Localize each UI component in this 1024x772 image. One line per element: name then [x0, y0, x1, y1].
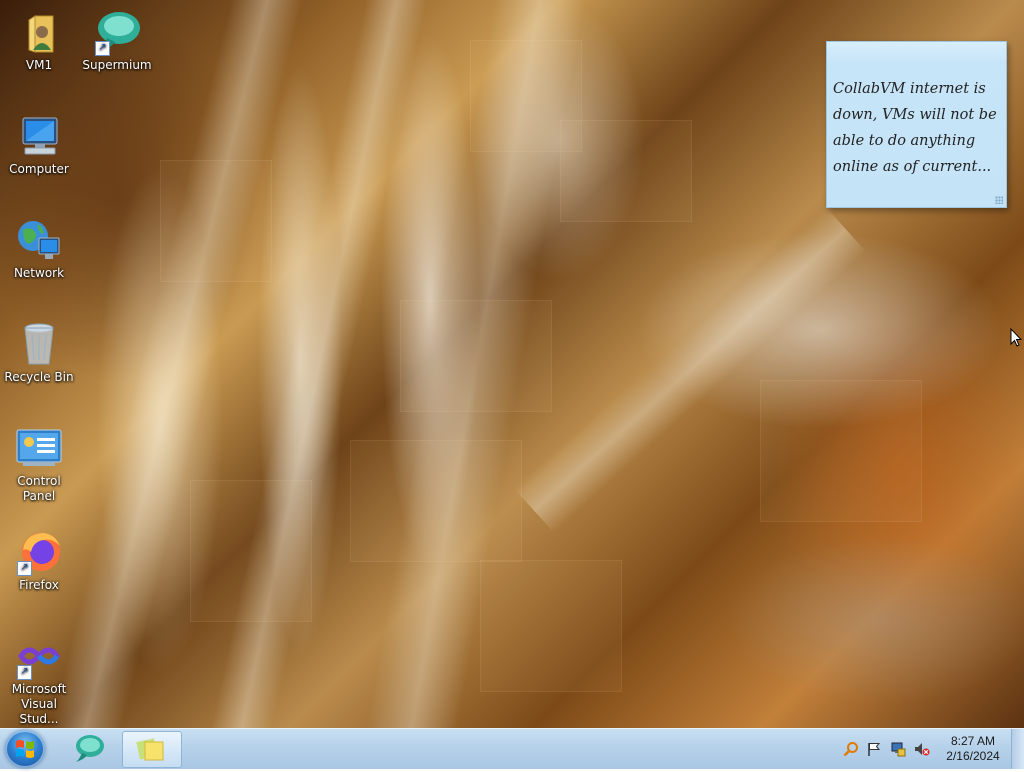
desktop-icon-firefox[interactable]: ↗ Firefox — [0, 528, 78, 593]
sticky-note-text[interactable]: CollabVM internet is down, VMs will not … — [827, 42, 1006, 180]
desktop-icon-network[interactable]: Network — [0, 216, 78, 281]
wallpaper-tile — [400, 300, 552, 412]
sticky-notes-icon — [136, 738, 164, 761]
desktop-icon-label: Network — [13, 266, 65, 280]
control-panel-icon — [15, 424, 63, 472]
show-desktop-button[interactable] — [1011, 729, 1024, 769]
desktop-icon-supermium[interactable]: ↗ Supermium — [78, 8, 156, 73]
desktop-wallpaper[interactable]: VM1 ↗ Supermium Computer Network Recycle… — [0, 0, 1024, 728]
resize-grip-icon[interactable] — [995, 196, 1003, 204]
search-magnifier-icon[interactable] — [843, 741, 859, 757]
sticky-note[interactable]: CollabVM internet is down, VMs will not … — [826, 41, 1007, 208]
start-button[interactable] — [5, 730, 45, 768]
desktop-icon-label: Firefox — [19, 578, 59, 592]
desktop-icon-label: VM1 — [25, 58, 53, 72]
network-icon[interactable] — [890, 741, 906, 757]
visual-studio-icon: ↗ — [15, 632, 63, 680]
desktop-icon-recycle-bin[interactable]: Recycle Bin — [0, 320, 78, 385]
supermium-browser-icon — [76, 735, 104, 762]
taskbar-clock[interactable]: 8:27 AM 2/16/2024 — [938, 734, 1008, 764]
taskbar: 8:27 AM 2/16/2024 — [0, 728, 1024, 769]
network-icon — [15, 216, 63, 264]
volume-muted-icon[interactable] — [914, 741, 930, 757]
desktop-icon-label: Computer — [9, 162, 69, 176]
shortcut-arrow-icon: ↗ — [17, 561, 32, 576]
shortcut-arrow-icon: ↗ — [95, 41, 110, 56]
desktop-icon-label: Supermium — [82, 58, 152, 72]
wallpaper-tile — [160, 160, 272, 282]
supermium-browser-icon: ↗ — [93, 8, 141, 56]
desktop-icon-label: Recycle Bin — [4, 370, 74, 384]
desktop-icon-label-line1: Microsoft — [11, 682, 67, 696]
windows-logo-icon — [16, 740, 34, 758]
wallpaper-tile — [560, 120, 692, 222]
wallpaper-tile — [350, 440, 522, 562]
desktop-icon-computer[interactable]: Computer — [0, 112, 78, 177]
desktop-icon-label-line2: Visual Stud... — [19, 697, 59, 726]
recycle-bin-icon — [15, 320, 63, 368]
user-folder-icon — [15, 8, 63, 56]
wallpaper-tile — [760, 380, 922, 522]
desktop-icon-control-panel[interactable]: Control Panel — [0, 424, 78, 504]
wallpaper-tile — [190, 480, 312, 622]
computer-icon — [15, 112, 63, 160]
firefox-icon: ↗ — [15, 528, 63, 576]
shortcut-arrow-icon: ↗ — [17, 665, 32, 680]
clock-time: 8:27 AM — [950, 734, 996, 748]
taskbar-sticky-notes-button[interactable] — [122, 731, 182, 768]
mouse-cursor-icon — [1010, 328, 1022, 347]
taskbar-supermium-button[interactable] — [60, 731, 118, 766]
wallpaper-tile — [480, 560, 622, 692]
desktop-icon-visual-studio[interactable]: ↗ Microsoft Visual Stud... — [0, 632, 78, 727]
desktop-icon-label: Control Panel — [17, 474, 61, 503]
action-center-flag-icon[interactable] — [866, 741, 882, 757]
desktop-icon-vm1[interactable]: VM1 — [0, 8, 78, 73]
clock-date: 2/16/2024 — [946, 749, 1000, 763]
